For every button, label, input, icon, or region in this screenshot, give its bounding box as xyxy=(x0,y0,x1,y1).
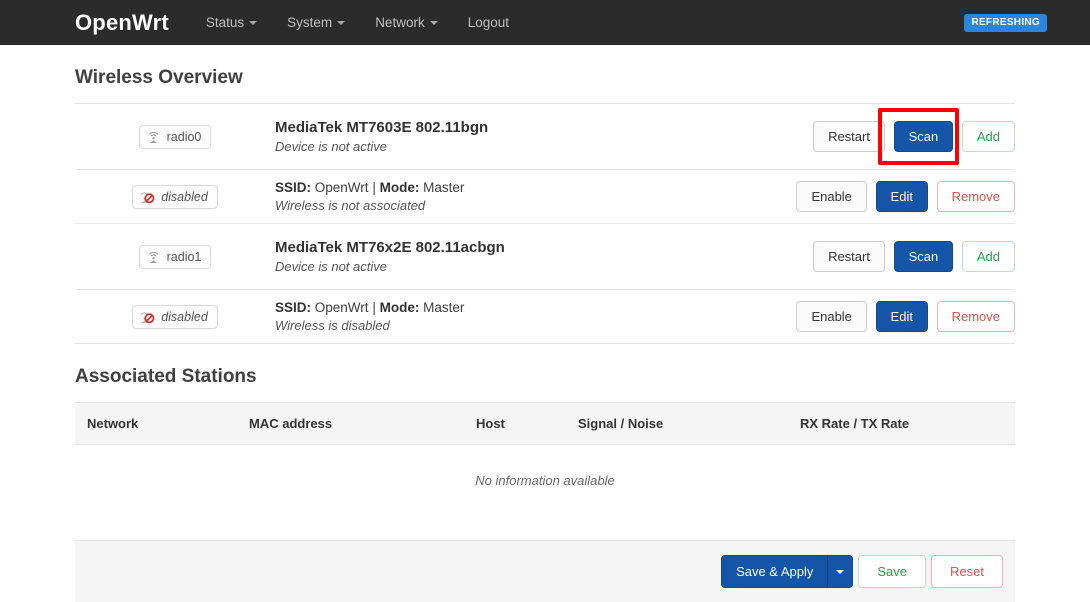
top-navbar: OpenWrt Status System Network Logout REF… xyxy=(0,0,1090,45)
table-row: disabled SSID: OpenWrt | Mode: Master Wi… xyxy=(75,170,1015,224)
ssid-mode-separator: | xyxy=(372,180,376,195)
edit-button-network1[interactable]: Edit xyxy=(875,301,928,332)
status-badge-refreshing[interactable]: REFRESHING xyxy=(964,13,1047,32)
radio0-actions-cell: Restart Scan Add xyxy=(785,104,1015,170)
restart-button-radio1[interactable]: Restart xyxy=(813,241,885,272)
add-button-radio0[interactable]: Add xyxy=(961,121,1015,152)
network0-status: Wireless is not associated xyxy=(275,198,426,213)
radio1-actions-cell: Restart Scan Add xyxy=(785,224,1015,290)
radio1-info-cell: MediaTek MT76x2E 802.11acbgn Device is n… xyxy=(275,224,785,290)
wireless-overview-table: radio0 MediaTek MT7603E 802.11bgn Device… xyxy=(75,103,1015,344)
network0-ssid-line: SSID: OpenWrt | Mode: Master xyxy=(275,180,785,195)
wireless-overview-title: Wireless Overview xyxy=(75,67,243,88)
edit-button-network0[interactable]: Edit xyxy=(875,181,928,212)
ssid-value: OpenWrt xyxy=(314,180,369,195)
network1-disabled-badge[interactable]: disabled xyxy=(132,304,218,329)
network0-badge-label: disabled xyxy=(161,189,208,204)
network1-info-cell: SSID: OpenWrt | Mode: Master Wireless is… xyxy=(275,290,785,344)
nav-item-network[interactable]: Network xyxy=(360,0,453,45)
nav-item-system-label: System xyxy=(287,15,333,30)
radio1-badge[interactable]: radio1 xyxy=(138,244,212,269)
mode-label: Mode: xyxy=(379,180,420,195)
radio0-device-status: Device is not active xyxy=(275,139,387,154)
network1-badge-cell: disabled xyxy=(75,290,275,344)
nav-item-network-label: Network xyxy=(375,15,425,30)
radio1-badge-cell: radio1 xyxy=(75,224,275,290)
network0-badge-cell: disabled xyxy=(75,170,275,224)
nav-item-system[interactable]: System xyxy=(272,0,360,45)
brand-logo[interactable]: OpenWrt xyxy=(0,0,191,45)
network1-status: Wireless is disabled xyxy=(275,318,390,333)
chevron-down-icon xyxy=(249,21,258,25)
radio0-device-name: MediaTek MT7603E 802.11bgn xyxy=(275,119,489,136)
scan-button-radio1[interactable]: Scan xyxy=(893,241,954,272)
table-empty-row: No information available xyxy=(75,445,1015,523)
scan-button-radio0[interactable]: Scan xyxy=(893,121,954,152)
footer-action-bar: Save & Apply Save Reset xyxy=(75,540,1015,602)
wifi-icon xyxy=(146,250,161,264)
radio1-device-status: Device is not active xyxy=(275,259,387,274)
column-header-rx-tx-rate: RX Rate / TX Rate xyxy=(788,402,1015,445)
ssid-value: OpenWrt xyxy=(314,300,369,315)
nav-item-status[interactable]: Status xyxy=(191,0,272,45)
associated-stations-table: Network MAC address Host Signal / Noise … xyxy=(75,402,1015,522)
radio1-device-name: MediaTek MT76x2E 802.11acbgn xyxy=(275,239,505,256)
mode-value: Master xyxy=(423,300,465,315)
page-content: Wireless Overview radio0 MediaTek MT7603… xyxy=(0,67,1090,602)
nav-item-logout-label: Logout xyxy=(467,15,509,30)
table-row: radio0 MediaTek MT7603E 802.11bgn Device… xyxy=(75,104,1015,170)
column-header-signal-noise: Signal / Noise xyxy=(566,402,788,445)
ssid-mode-separator: | xyxy=(372,300,376,315)
network0-actions-cell: Enable Edit Remove xyxy=(785,170,1015,224)
wifi-icon xyxy=(146,130,161,144)
radio0-info-cell: MediaTek MT7603E 802.11bgn Device is not… xyxy=(275,104,785,170)
network1-ssid-line: SSID: OpenWrt | Mode: Master xyxy=(275,300,785,315)
scan-button-radio0-wrapper: Scan xyxy=(877,108,960,165)
chevron-down-icon xyxy=(337,21,346,25)
network1-badge-label: disabled xyxy=(161,309,208,324)
remove-button-network0[interactable]: Remove xyxy=(936,181,1015,212)
network0-disabled-badge[interactable]: disabled xyxy=(132,184,218,209)
table-row: disabled SSID: OpenWrt | Mode: Master Wi… xyxy=(75,290,1015,344)
table-row: radio1 MediaTek MT76x2E 802.11acbgn Devi… xyxy=(75,224,1015,290)
network1-actions-cell: Enable Edit Remove xyxy=(785,290,1015,344)
wifi-disabled-icon xyxy=(139,310,155,324)
ssid-label: SSID: xyxy=(275,180,312,195)
table-header-row: Network MAC address Host Signal / Noise … xyxy=(75,402,1015,445)
column-header-mac-address: MAC address xyxy=(237,402,464,445)
radio0-badge-cell: radio0 xyxy=(75,104,275,170)
nav-item-status-label: Status xyxy=(205,15,245,30)
enable-button-network0[interactable]: Enable xyxy=(796,181,867,212)
network0-info-cell: SSID: OpenWrt | Mode: Master Wireless is… xyxy=(275,170,785,224)
nav-menu: Status System Network Logout xyxy=(191,0,524,45)
radio0-badge-label: radio0 xyxy=(166,129,202,144)
column-header-network: Network xyxy=(75,402,237,445)
nav-item-logout[interactable]: Logout xyxy=(453,0,524,45)
column-header-host: Host xyxy=(464,402,566,445)
mode-value: Master xyxy=(423,180,465,195)
wifi-disabled-icon xyxy=(139,190,155,204)
radio1-badge-label: radio1 xyxy=(166,249,202,264)
remove-button-network1[interactable]: Remove xyxy=(936,301,1015,332)
chevron-down-icon xyxy=(429,21,438,25)
radio0-badge[interactable]: radio0 xyxy=(138,124,212,149)
associated-stations-title: Associated Stations xyxy=(75,366,257,387)
empty-state-message: No information available xyxy=(475,473,615,488)
mode-label: Mode: xyxy=(379,300,420,315)
enable-button-network1[interactable]: Enable xyxy=(796,301,867,332)
restart-button-radio0[interactable]: Restart xyxy=(813,121,885,152)
add-button-radio1[interactable]: Add xyxy=(961,241,1015,272)
ssid-label: SSID: xyxy=(275,300,312,315)
